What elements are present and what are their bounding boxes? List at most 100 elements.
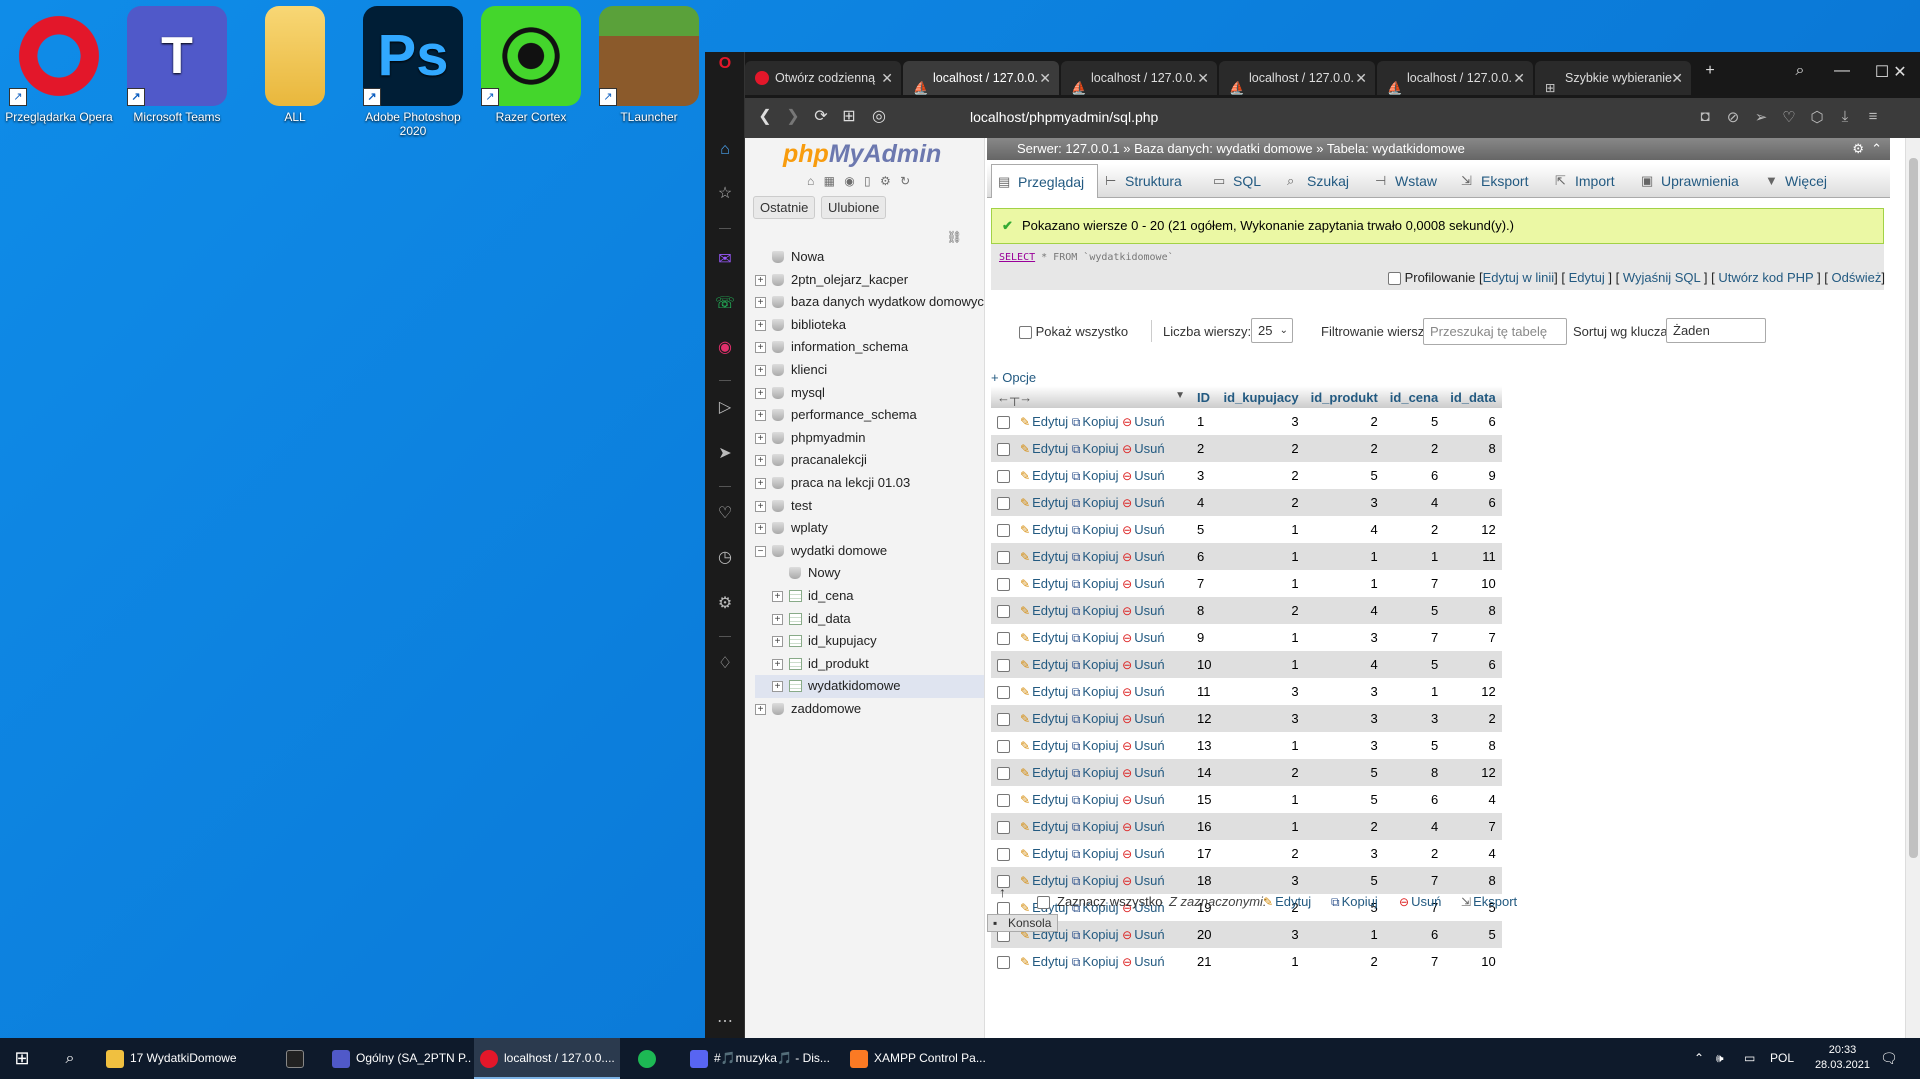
recent-tab[interactable]: Ostatnie <box>753 196 816 219</box>
row-checkbox[interactable] <box>997 415 1010 429</box>
row-delete-button[interactable]: ⊖ Usuń <box>1122 522 1164 537</box>
taskbar-item-explorer[interactable]: 17 WydatkiDomowe <box>100 1038 280 1079</box>
gear-icon[interactable]: ⚙ <box>1852 138 1864 160</box>
bulk-export-button[interactable]: ⇲ Eksport <box>1461 894 1517 909</box>
breadcrumb-db[interactable]: Baza danych: wydatki domowe <box>1134 141 1312 156</box>
cube-icon[interactable]: ⬡ <box>1805 108 1829 126</box>
table-cell[interactable]: 2 <box>1217 435 1305 462</box>
row-edit-button[interactable]: ✎ Edytuj <box>1020 738 1068 753</box>
table-cell[interactable]: 7 <box>1444 813 1502 840</box>
row-checkbox[interactable] <box>997 820 1010 834</box>
tab-import[interactable]: ⇱ Import <box>1549 164 1633 198</box>
table-tree-item[interactable]: + id_produkt <box>755 653 984 676</box>
sort-dropdown-icon[interactable]: ▼ <box>1175 390 1185 401</box>
adblock-icon[interactable]: ⊘ <box>1721 108 1745 126</box>
table-cell[interactable]: 6 <box>1444 651 1502 678</box>
row-copy-button[interactable]: ⧉ Kopiuj <box>1072 765 1119 780</box>
table-cell[interactable]: 3 <box>1304 489 1384 516</box>
table-cell[interactable]: 12 <box>1444 678 1502 705</box>
more-icon[interactable]: ⋯ <box>713 1010 737 1034</box>
close-icon[interactable]: ✕ <box>881 61 893 95</box>
table-cell[interactable]: 1 <box>1217 543 1305 570</box>
row-delete-button[interactable]: ⊖ Usuń <box>1122 657 1164 672</box>
db-tree-item[interactable]: + pracanalekcji <box>755 449 984 472</box>
options-link[interactable]: + Opcje <box>991 370 1036 385</box>
table-cell[interactable]: 1 <box>1217 732 1305 759</box>
tab-browse[interactable]: ▤ Przeglądaj <box>991 164 1098 198</box>
table-cell[interactable]: 5 <box>1304 786 1384 813</box>
instagram-icon[interactable]: ◉ <box>713 336 737 360</box>
desktop-icon-razer[interactable]: ↗ Razer Cortex <box>472 0 590 124</box>
create-php-link[interactable]: Utwórz kod PHP <box>1718 270 1813 285</box>
row-delete-button[interactable]: ⊖ Usuń <box>1122 954 1164 969</box>
reload-button[interactable]: ⟳ <box>809 106 833 126</box>
favorites-tab[interactable]: Ulubione <box>821 196 887 219</box>
table-cell[interactable]: 1 <box>1217 813 1305 840</box>
tab-structure[interactable]: ⊢ Struktura <box>1099 164 1205 198</box>
column-controls[interactable]: ←┬→ ▼ <box>991 386 1191 408</box>
db-tree-item[interactable]: + performance_schema <box>755 404 984 427</box>
rows-per-page-select[interactable]: 25 ⌄ <box>1251 318 1293 343</box>
col-header-id[interactable]: ID <box>1191 386 1218 408</box>
table-cell[interactable]: 2 <box>1304 813 1384 840</box>
breadcrumb-server[interactable]: Serwer: 127.0.0.1 <box>1017 141 1120 156</box>
expand-icon[interactable]: + <box>772 613 783 625</box>
row-copy-button[interactable]: ⧉ Kopiuj <box>1072 873 1119 888</box>
table-cell[interactable]: 8 <box>1444 435 1502 462</box>
table-cell[interactable]: 4 <box>1304 597 1384 624</box>
expand-icon[interactable]: + <box>755 319 766 331</box>
expand-icon[interactable]: + <box>755 297 766 309</box>
row-copy-button[interactable]: ⧉ Kopiuj <box>1072 657 1119 672</box>
db-tree-item[interactable]: + biblioteka <box>755 314 984 337</box>
db-tree-item[interactable]: +2ptn_olejarz_kacper <box>755 269 984 292</box>
taskbar-item-discord[interactable]: #🎵muzyka🎵 - Dis... <box>684 1038 830 1079</box>
close-icon[interactable]: ✕ <box>1355 61 1367 95</box>
edit-inline-link[interactable]: Edytuj w linii <box>1483 270 1555 285</box>
table-cell[interactable]: 2 <box>1217 489 1305 516</box>
table-cell[interactable]: 15 <box>1191 786 1218 813</box>
star-icon[interactable]: ☆ <box>713 182 737 206</box>
close-icon[interactable]: ✕ <box>1513 61 1525 95</box>
row-copy-button[interactable]: ⧉ Kopiuj <box>1072 954 1119 969</box>
table-cell[interactable]: 20 <box>1191 921 1218 948</box>
download-icon[interactable]: ⤓ <box>1833 108 1857 125</box>
expand-icon[interactable]: + <box>772 658 783 670</box>
table-cell[interactable]: 5 <box>1383 597 1445 624</box>
expand-icon[interactable]: + <box>755 703 766 715</box>
desktop-icon-tlauncher[interactable]: ↗ TLauncher <box>590 0 708 124</box>
table-cell[interactable]: 6 <box>1383 921 1445 948</box>
row-delete-button[interactable]: ⊖ Usuń <box>1122 846 1164 861</box>
table-cell[interactable]: 17 <box>1191 840 1218 867</box>
expand-icon[interactable]: + <box>772 590 783 602</box>
table-cell[interactable]: 2 <box>1217 840 1305 867</box>
messenger-icon[interactable]: ✉ <box>713 248 737 272</box>
whatsapp-icon[interactable]: ☏ <box>713 292 737 316</box>
player-icon[interactable]: ▷ <box>713 396 737 420</box>
volume-icon[interactable]: 🕪 <box>1716 1038 1724 1079</box>
db-tree-item[interactable]: + test <box>755 495 984 518</box>
table-cell[interactable]: 2 <box>1217 597 1305 624</box>
table-cell[interactable]: 1 <box>1217 516 1305 543</box>
tab-search[interactable]: ⌕ Szukaj <box>1281 164 1367 198</box>
table-cell[interactable]: 8 <box>1444 597 1502 624</box>
row-checkbox[interactable] <box>997 577 1010 591</box>
row-edit-button[interactable]: ✎ Edytuj <box>1020 495 1068 510</box>
row-copy-button[interactable]: ⧉ Kopiuj <box>1072 819 1119 834</box>
row-checkbox[interactable] <box>997 712 1010 726</box>
table-cell[interactable]: 1 <box>1217 624 1305 651</box>
table-cell[interactable]: 5 <box>1304 462 1384 489</box>
console-button[interactable]: ▪ Konsola <box>987 914 1059 932</box>
desktop-icon-opera[interactable]: ↗ Przeglądarka Opera <box>0 0 118 124</box>
heart-icon[interactable]: ♡ <box>1777 108 1801 126</box>
row-checkbox[interactable] <box>997 631 1010 645</box>
row-checkbox[interactable] <box>997 496 1010 510</box>
row-edit-button[interactable]: ✎ Edytuj <box>1020 441 1068 456</box>
db-tree-item[interactable]: Nowa <box>755 246 984 269</box>
table-cell[interactable]: 5 <box>1383 732 1445 759</box>
row-edit-button[interactable]: ✎ Edytuj <box>1020 846 1068 861</box>
table-cell[interactable]: 4 <box>1304 651 1384 678</box>
start-button[interactable]: ⊞ <box>0 1038 44 1079</box>
table-cell[interactable]: 4 <box>1383 813 1445 840</box>
bulk-delete-button[interactable]: ⊖ Usuń <box>1399 894 1441 909</box>
table-cell[interactable]: 2 <box>1191 435 1218 462</box>
